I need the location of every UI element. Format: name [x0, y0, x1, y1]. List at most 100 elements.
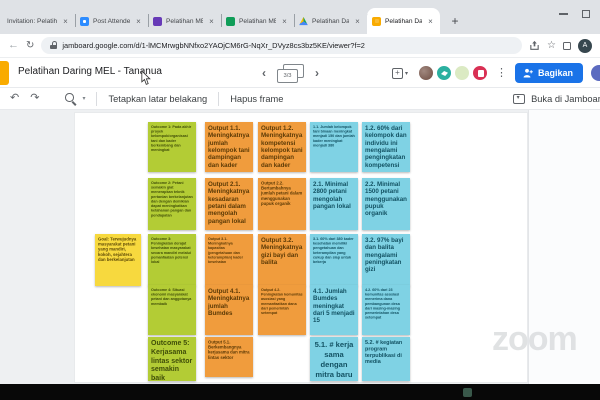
screen: Invitation: Pelatiha Post Attendee - Z P…: [0, 0, 600, 400]
divider: [218, 92, 219, 106]
chevron-down-icon: [405, 70, 408, 77]
sticky-note-indicator-1-2[interactable]: 1.2. 60% dari kelompok dan individu ini …: [362, 122, 410, 172]
window-controls: [559, 0, 600, 34]
pointer-cursor-icon: [141, 71, 151, 86]
sticky-note-output-4-1[interactable]: Output 4.1. Meningkatnya jumlah Bumdes: [205, 285, 253, 335]
jamboard-app-icon: [372, 17, 381, 26]
undo-icon[interactable]: [10, 93, 19, 104]
maximize-window-icon[interactable]: [582, 10, 590, 18]
sticky-note-outcome-2[interactable]: Outcome 2: Petani semakin giat menerapka…: [148, 178, 196, 230]
sticky-note-goal[interactable]: Goal: Terwujudnya masyarakat petani yang…: [95, 234, 141, 286]
device-screen-icon: [513, 94, 525, 104]
tab-label: Post Attendee - Z: [93, 18, 130, 25]
browser-tab-zoom[interactable]: Post Attendee - Z: [75, 8, 148, 34]
sticky-note-outcome-3[interactable]: Outcome 3: Peningkatan derajat kesehatan…: [148, 234, 196, 286]
browser-tab-mel-sheets[interactable]: Pelatihan MEL Yay: [221, 8, 294, 34]
meeting-indicator-icon: [463, 388, 472, 397]
sticky-note-outcome-4[interactable]: Outcome 4: Situasi ekonomi masyarakat pe…: [148, 285, 196, 335]
sheets-app-icon: [226, 17, 235, 26]
open-in-jamboard-button[interactable]: Buka di Jamboard: [513, 94, 600, 104]
previous-frame-icon[interactable]: [262, 67, 266, 79]
reload-icon[interactable]: [26, 41, 34, 51]
sticky-note-indicator-5-2[interactable]: 5.2. # kegiatan program terpublikasi di …: [362, 337, 410, 381]
add-frame-icon: [392, 68, 403, 79]
browser-tab-drive[interactable]: Pelatihan Daring M: [294, 8, 367, 34]
browser-profile-avatar[interactable]: A: [578, 39, 592, 53]
account-avatar[interactable]: [591, 65, 600, 81]
side-panel-icon[interactable]: [563, 42, 571, 50]
share-button[interactable]: Bagikan: [515, 63, 583, 83]
tab-label: Invitation: Pelatiha: [7, 18, 57, 25]
tab-label: Pelatihan MEL Yay: [239, 18, 276, 25]
next-frame-icon[interactable]: [315, 67, 319, 79]
zoom-tool-icon[interactable]: [64, 92, 77, 105]
close-tab-icon[interactable]: [134, 17, 143, 26]
redo-icon[interactable]: [30, 93, 39, 104]
collaborator-avatar: [436, 65, 452, 81]
minimize-window-icon[interactable]: [559, 13, 568, 15]
set-background-button[interactable]: Tetapkan latar belakang: [108, 94, 207, 104]
clear-frame-button[interactable]: Hapus frame: [230, 94, 283, 104]
back-icon[interactable]: [8, 40, 19, 51]
close-tab-icon[interactable]: [426, 17, 435, 26]
sticky-note-outcome-1[interactable]: Outcome 1: Pada akhir proyek kelompok/or…: [148, 122, 196, 172]
sticky-note-indicator-1-1[interactable]: 1.1. Jumlah kelompok tani binaan meningk…: [310, 122, 358, 172]
header-actions: Bagikan: [392, 58, 600, 88]
browser-tab-invitation[interactable]: Invitation: Pelatiha: [2, 8, 75, 34]
sticky-note-output-4-2[interactable]: Output 4.2. Peningkatan komunitas asosia…: [258, 285, 306, 335]
bookmark-star-icon[interactable]: [547, 41, 556, 51]
frame-counter[interactable]: 3/3: [277, 64, 304, 83]
close-tab-icon[interactable]: [280, 17, 289, 26]
drive-app-icon: [299, 17, 308, 26]
tab-label: Pelatihan Daring M: [312, 18, 349, 25]
divider: [96, 92, 97, 106]
jamboard-logo-icon: [0, 61, 9, 85]
sticky-note-output-3-1[interactable]: Output 3.1. Meningkatnya kapasitas (peng…: [205, 234, 253, 286]
sticky-note-indicator-4-1[interactable]: 4.1. Jumlah Bumdes meningkat dari 5 menj…: [310, 285, 358, 335]
jamboard-header: Pelatihan Daring MEL - Tananua 3/3: [0, 58, 600, 88]
sticky-note-indicator-5-1[interactable]: 5.1. # kerja sama dengan mitra baru: [310, 337, 358, 381]
sticky-note-output-1-2[interactable]: Output 1.2. Meningkatnya kompetensi kelo…: [258, 122, 306, 172]
collaborator-avatar: [472, 65, 488, 81]
sticky-note-indicator-3-1[interactable]: 3.1. 60% dari 380 kader kesehatan memili…: [310, 234, 358, 286]
board-canvas[interactable]: Goal: Terwujudnya masyarakat petani yang…: [75, 113, 527, 382]
browser-tab-bar: Invitation: Pelatiha Post Attendee - Z P…: [0, 0, 600, 34]
close-tab-icon[interactable]: [207, 17, 216, 26]
board-area: Goal: Terwujudnya masyarakat petani yang…: [0, 110, 600, 384]
tab-label: Pelatihan MEL Yay: [166, 18, 203, 25]
browser-tab-jamboard-active[interactable]: Pelatihan Daring M: [367, 8, 440, 34]
url-text[interactable]: jamboard.google.com/d/1-lMCMrwgbNNfxo2YA…: [62, 41, 365, 50]
collaborator-avatar: [418, 65, 434, 81]
jamboard-toolbar: Tetapkan latar belakang Hapus frame Buka…: [0, 88, 600, 110]
chevron-down-icon[interactable]: [82, 95, 85, 102]
forms-app-icon: [153, 17, 162, 26]
close-tab-icon[interactable]: [61, 17, 70, 26]
frame-navigation: 3/3: [262, 58, 319, 88]
zoom-app-icon: [80, 17, 89, 26]
close-tab-icon[interactable]: [353, 17, 362, 26]
sticky-note-output-2-2[interactable]: Output 2.2. Bertambahnya jumlah petani d…: [258, 178, 306, 230]
zoom-watermark: zoom: [492, 322, 577, 356]
letterbox-bar: [0, 384, 600, 400]
lock-icon: [50, 41, 57, 50]
collaborator-avatars: [416, 65, 488, 81]
browser-address-bar: jamboard.google.com/d/1-lMCMrwgbNNfxo2YA…: [0, 34, 600, 58]
sticky-note-output-5-1[interactable]: Output 5.1. Berkembangnya kerjasama dan …: [205, 337, 253, 377]
url-field[interactable]: jamboard.google.com/d/1-lMCMrwgbNNfxo2YA…: [41, 37, 522, 54]
sticky-note-output-3-2[interactable]: Output 3.2. Meningkatnya gizi bayi dan b…: [258, 234, 306, 286]
share-page-icon[interactable]: [529, 40, 540, 51]
browser-tab-mel-forms[interactable]: Pelatihan MEL Yay: [148, 8, 221, 34]
tab-label: Pelatihan Daring M: [385, 18, 422, 25]
sticky-note-output-1-1[interactable]: Output 1.1. Meningkatnya jumlah kelompok…: [205, 122, 253, 172]
overflow-menu-icon[interactable]: [496, 68, 507, 79]
sticky-note-outcome-5[interactable]: Outcome 5: Kerjasama lintas sektor semak…: [148, 337, 196, 381]
person-add-icon: [523, 68, 533, 78]
sticky-note-output-2-1[interactable]: Output 2.1. Meningkatnya kesadaran petan…: [205, 178, 253, 230]
collaborator-avatar: [454, 65, 470, 81]
add-frame-button[interactable]: [392, 68, 408, 79]
sticky-note-indicator-2-2[interactable]: 2.2. Minimal 1500 petani menggunakan pup…: [362, 178, 410, 230]
sticky-note-indicator-3-2[interactable]: 3.2. 97% bayi dan balita mengalami penin…: [362, 234, 410, 286]
sticky-note-indicator-2-1[interactable]: 2.1. Minimal 2800 petani mengolah pangan…: [310, 178, 358, 230]
new-tab-button[interactable]: [444, 10, 466, 32]
sticky-note-indicator-4-2[interactable]: 4.2. 60% dari 23 komunitas asosiasi mene…: [362, 285, 410, 335]
